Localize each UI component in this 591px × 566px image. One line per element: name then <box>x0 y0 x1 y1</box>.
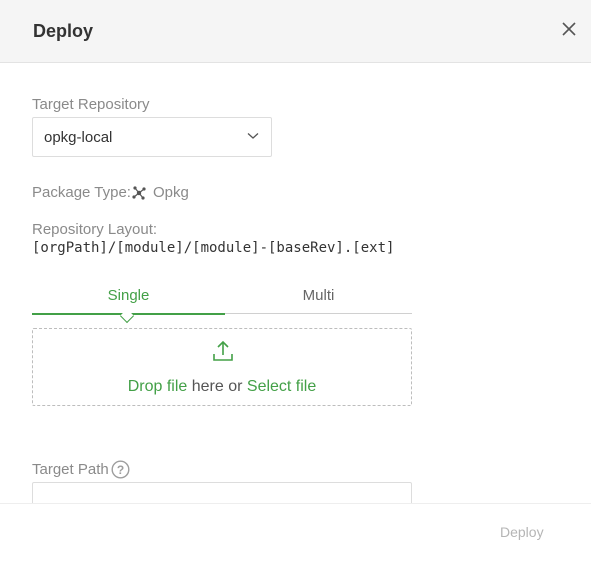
target-path-label: Target Path <box>32 461 109 478</box>
deploy-mode-tabs: Single Multi <box>32 284 412 324</box>
close-icon[interactable] <box>558 18 580 40</box>
repository-layout-label: Repository Layout: <box>32 221 158 238</box>
opkg-icon <box>132 186 146 200</box>
dialog-title: Deploy <box>33 21 94 41</box>
here-or-text: here or <box>187 378 247 395</box>
tab-multi[interactable]: Multi <box>225 284 412 314</box>
select-file-link[interactable]: Select file <box>247 378 316 395</box>
upload-icon <box>213 340 233 361</box>
file-dropzone[interactable]: Drop file here or Select file <box>32 328 412 406</box>
target-repository-value: opkg-local <box>44 129 113 146</box>
dialog-body: Target Repository opkg-local Package Typ… <box>0 64 591 503</box>
repository-layout-value: [orgPath]/[module]/[module]-[baseRev].[e… <box>32 240 395 256</box>
target-repository-select[interactable]: opkg-local <box>32 117 272 157</box>
dialog-header: Deploy <box>0 0 591 63</box>
target-path-input[interactable] <box>32 482 412 503</box>
deploy-button[interactable]: Deploy <box>500 524 544 540</box>
help-icon[interactable]: ? <box>111 460 130 479</box>
drop-file-text: Drop file <box>127 378 188 395</box>
package-type-value: Opkg <box>153 184 189 201</box>
dropzone-text: Drop file here or Select file <box>33 378 411 396</box>
chevron-down-icon <box>247 133 259 139</box>
target-repository-label: Target Repository <box>32 96 150 113</box>
dialog-footer: Deploy <box>0 503 591 566</box>
package-type-label: Package Type: <box>32 184 131 201</box>
svg-text:?: ? <box>117 463 124 477</box>
